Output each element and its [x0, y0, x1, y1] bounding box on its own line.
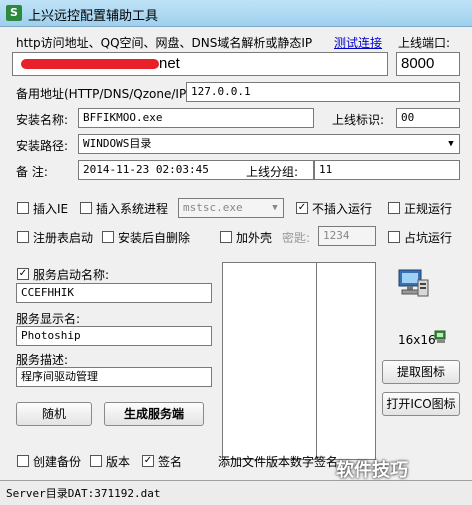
occupy-run-checkbox[interactable]: [388, 231, 400, 243]
process-select-value: mstsc.exe: [183, 201, 243, 214]
process-select[interactable]: mstsc.exe ▼: [178, 198, 284, 218]
computer-icon: [396, 266, 430, 300]
inject-ie-checkbox[interactable]: [17, 202, 29, 214]
install-path-label: 安装路径:: [16, 139, 69, 153]
chevron-down-icon[interactable]: ▼: [267, 199, 283, 217]
service-desc-input[interactable]: 程序间驱动管理: [16, 367, 212, 387]
backup-label: 备用地址(HTTP/DNS/Qzone/IP):: [16, 87, 195, 101]
no-inject-run-label: 不插入运行: [312, 202, 373, 216]
add-shell-checkbox[interactable]: [220, 231, 232, 243]
install-path-value: WINDOWS目录: [83, 137, 152, 150]
service-name-checkbox[interactable]: ✓: [17, 268, 29, 280]
no-inject-run-checkbox[interactable]: ✓: [296, 202, 308, 214]
service-display-label: 服务显示名:: [16, 312, 81, 326]
address-input[interactable]: net: [12, 52, 388, 76]
test-connection-link[interactable]: 测试连接: [334, 34, 382, 51]
file-list-panel[interactable]: [222, 262, 317, 460]
install-path-select[interactable]: WINDOWS目录 ▼: [78, 134, 460, 154]
port-input[interactable]: 8000: [396, 52, 460, 76]
self-delete-checkbox[interactable]: [102, 231, 114, 243]
group-input[interactable]: 11: [314, 160, 460, 180]
window-title: 上兴远控配置辅助工具: [28, 9, 159, 24]
group-label: 上线分组:: [246, 165, 299, 179]
registry-start-label: 注册表启动: [33, 231, 94, 245]
app-icon: S: [6, 5, 22, 21]
signature-checkbox[interactable]: ✓: [142, 455, 154, 467]
icon-list-panel[interactable]: [316, 262, 376, 460]
watermark-text: 软件技巧: [336, 460, 408, 481]
backup-input[interactable]: 127.0.0.1: [186, 82, 460, 102]
service-desc-label: 服务描述:: [16, 353, 69, 367]
icon-size-label: 16x16: [398, 333, 436, 347]
version-label: 版本: [106, 455, 131, 469]
version-checkbox[interactable]: [90, 455, 102, 467]
address-label: http访问地址、QQ空间、网盘、DNS域名解析或静态IP: [16, 36, 313, 50]
port-label: 上线端口:: [398, 36, 451, 50]
small-computer-icon: [434, 330, 448, 344]
title-bar[interactable]: S 上兴远控配置辅助工具: [0, 0, 472, 27]
note-label: 备 注:: [16, 165, 48, 179]
online-id-input[interactable]: 00: [396, 108, 460, 128]
create-backup-label: 创建备份: [33, 455, 82, 469]
address-input-value: net: [159, 55, 180, 72]
registry-start-checkbox[interactable]: [17, 231, 29, 243]
generate-server-button[interactable]: 生成服务端: [104, 402, 204, 426]
url-redaction: [21, 59, 159, 70]
service-name-label: 服务启动名称:: [33, 268, 110, 282]
self-delete-label: 安装后自删除: [118, 231, 191, 245]
add-shell-label: 加外壳: [236, 231, 273, 245]
status-bar: Server目录DAT:371192.dat: [0, 480, 472, 505]
inject-ie-label: 插入IE: [33, 202, 69, 216]
service-display-input[interactable]: Photoship: [16, 326, 212, 346]
install-name-input[interactable]: BFFIKMOO.exe: [78, 108, 314, 128]
password-input[interactable]: 1234: [318, 226, 376, 246]
occupy-run-label: 占坑运行: [404, 231, 453, 245]
inject-process-label: 插入系统进程: [96, 202, 169, 216]
normal-run-label: 正规运行: [404, 202, 453, 216]
inject-process-checkbox[interactable]: [80, 202, 92, 214]
service-name-input[interactable]: CCEFHHIK: [16, 283, 212, 303]
password-label: 密匙:: [282, 231, 311, 245]
online-id-label: 上线标识:: [332, 113, 385, 127]
normal-run-checkbox[interactable]: [388, 202, 400, 214]
create-backup-checkbox[interactable]: [17, 455, 29, 467]
chevron-down-icon[interactable]: ▼: [443, 135, 459, 153]
random-button[interactable]: 随机: [16, 402, 92, 426]
signature-label: 签名: [158, 455, 183, 469]
extract-icon-button[interactable]: 提取图标: [382, 360, 460, 384]
open-ico-button[interactable]: 打开ICO图标: [382, 392, 460, 416]
status-text: Server目录DAT:371192.dat: [6, 487, 161, 500]
install-name-label: 安装名称:: [16, 113, 69, 127]
add-version-text: 添加文件版本数字签名: [218, 455, 339, 469]
